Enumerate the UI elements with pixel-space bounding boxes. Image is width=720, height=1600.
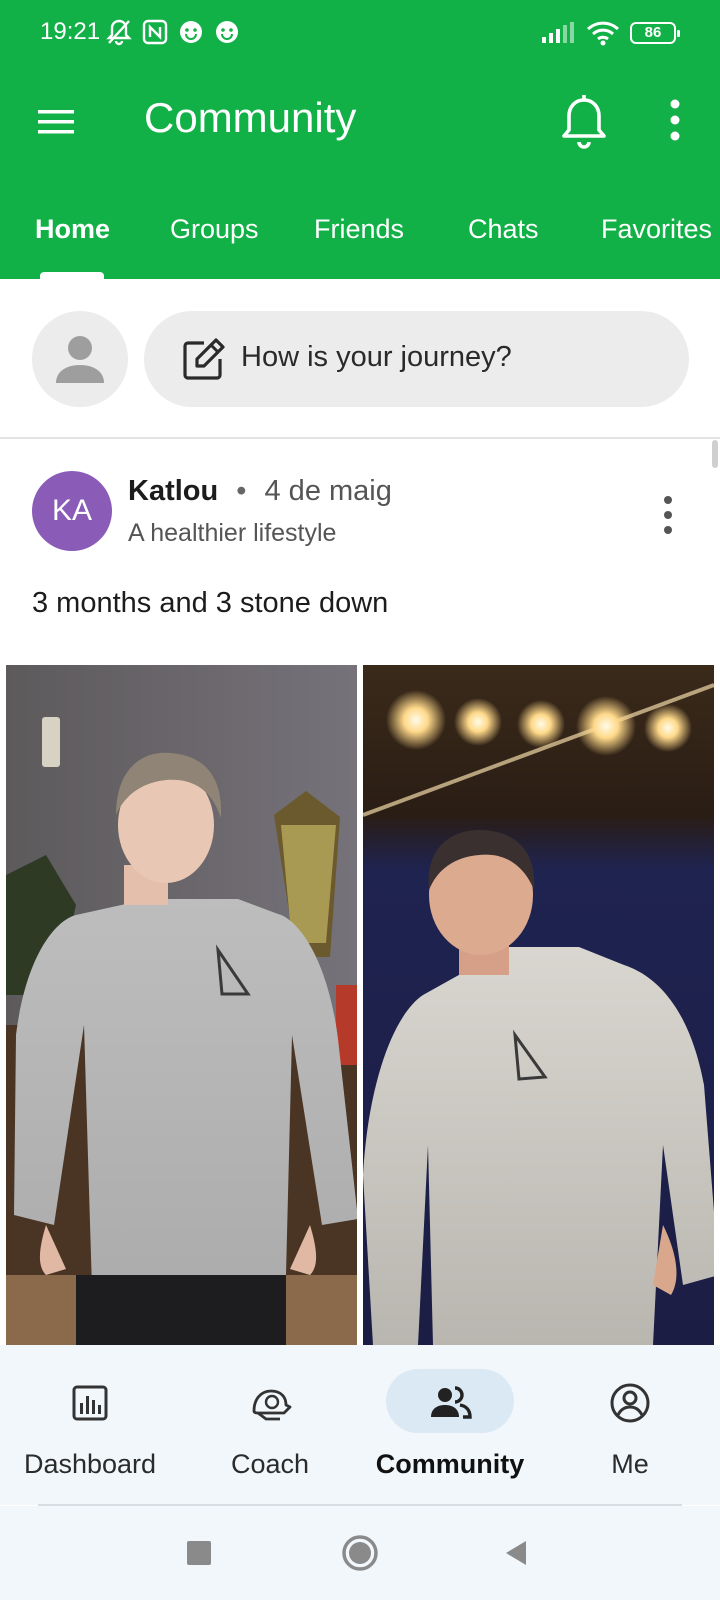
more-vert-icon <box>670 99 680 141</box>
post-text: 3 months and 3 stone down <box>32 587 389 619</box>
active-tab-indicator <box>40 272 104 279</box>
tab-friends[interactable]: Friends <box>314 214 404 245</box>
status-bar: 19:21 86 <box>0 0 720 70</box>
status-time: 19:21 <box>40 18 101 45</box>
author-name[interactable]: Katlou <box>128 475 218 507</box>
author-avatar[interactable]: KA <box>32 471 112 551</box>
smiley-icon <box>216 21 238 43</box>
post-composer: How is your journey? <box>0 279 720 439</box>
nav-community[interactable]: Community <box>360 1345 540 1505</box>
tab-groups[interactable]: Groups <box>170 214 259 245</box>
composer-placeholder: How is your journey? <box>241 341 512 373</box>
toolbar: Community <box>0 78 720 164</box>
mute-notifications-icon <box>106 19 132 46</box>
system-navigation-bar <box>0 1506 720 1600</box>
bell-icon <box>562 95 606 149</box>
back-icon <box>506 1541 526 1565</box>
composer-input[interactable]: How is your journey? <box>144 311 689 407</box>
nav-coach[interactable]: Coach <box>180 1345 360 1505</box>
back-button[interactable] <box>494 1530 540 1576</box>
nav-dashboard[interactable]: Dashboard <box>0 1345 180 1505</box>
status-right-icons: 86 <box>540 20 680 46</box>
smiley-icon <box>180 21 202 43</box>
menu-button[interactable] <box>34 100 78 144</box>
status-left-icons <box>106 18 240 46</box>
tab-bar: Home Groups Friends Chats Favorites <box>0 200 720 279</box>
bottom-navigation: Dashboard Coach Community Me <box>0 1345 720 1505</box>
edit-icon <box>183 338 225 380</box>
user-avatar[interactable] <box>32 311 128 407</box>
nav-me-icon-wrap <box>566 1369 694 1433</box>
notifications-button[interactable] <box>556 92 612 152</box>
person-icon <box>56 336 104 383</box>
battery-icon: 86 <box>630 22 680 44</box>
before-photo[interactable] <box>6 665 357 1345</box>
nav-me[interactable]: Me <box>540 1345 720 1505</box>
nav-me-label: Me <box>611 1449 649 1479</box>
dashboard-icon <box>72 1385 108 1421</box>
nav-coach-label: Coach <box>230 1449 310 1479</box>
more-options-button[interactable] <box>650 96 700 146</box>
tab-favorites[interactable]: Favorites <box>601 214 712 245</box>
post-options-button[interactable] <box>650 493 686 537</box>
signal-icon <box>542 22 574 43</box>
app-header: 19:21 86 Community Home Groups Friends C… <box>0 0 720 279</box>
page-title: Community <box>144 94 357 141</box>
more-vert-icon <box>664 496 672 534</box>
nav-dashboard-label: Dashboard <box>23 1449 157 1479</box>
nfc-icon <box>142 19 168 45</box>
wifi-icon <box>586 21 620 46</box>
profile-icon <box>610 1383 650 1423</box>
author-line: Katlou • 4 de maig <box>128 475 392 508</box>
tab-chats[interactable]: Chats <box>468 214 539 245</box>
nav-coach-icon-wrap <box>206 1369 334 1433</box>
post-date: 4 de maig <box>264 475 392 507</box>
nav-community-label: Community <box>375 1449 525 1479</box>
recents-button[interactable] <box>176 1530 222 1576</box>
recents-icon <box>187 1541 211 1565</box>
after-photo[interactable] <box>363 665 714 1345</box>
community-icon <box>431 1386 472 1419</box>
nav-dashboard-icon-wrap <box>26 1369 154 1433</box>
nav-community-icon-wrap <box>386 1369 514 1433</box>
coach-icon <box>252 1389 292 1421</box>
home-icon <box>342 1535 378 1571</box>
menu-icon <box>38 110 74 134</box>
separator-dot: • <box>236 475 247 507</box>
feed-post: KA Katlou • 4 de maig A healthier lifest… <box>0 441 720 1345</box>
post-group[interactable]: A healthier lifestyle <box>128 519 336 548</box>
tab-home[interactable]: Home <box>35 214 110 245</box>
home-button[interactable] <box>337 1530 383 1576</box>
